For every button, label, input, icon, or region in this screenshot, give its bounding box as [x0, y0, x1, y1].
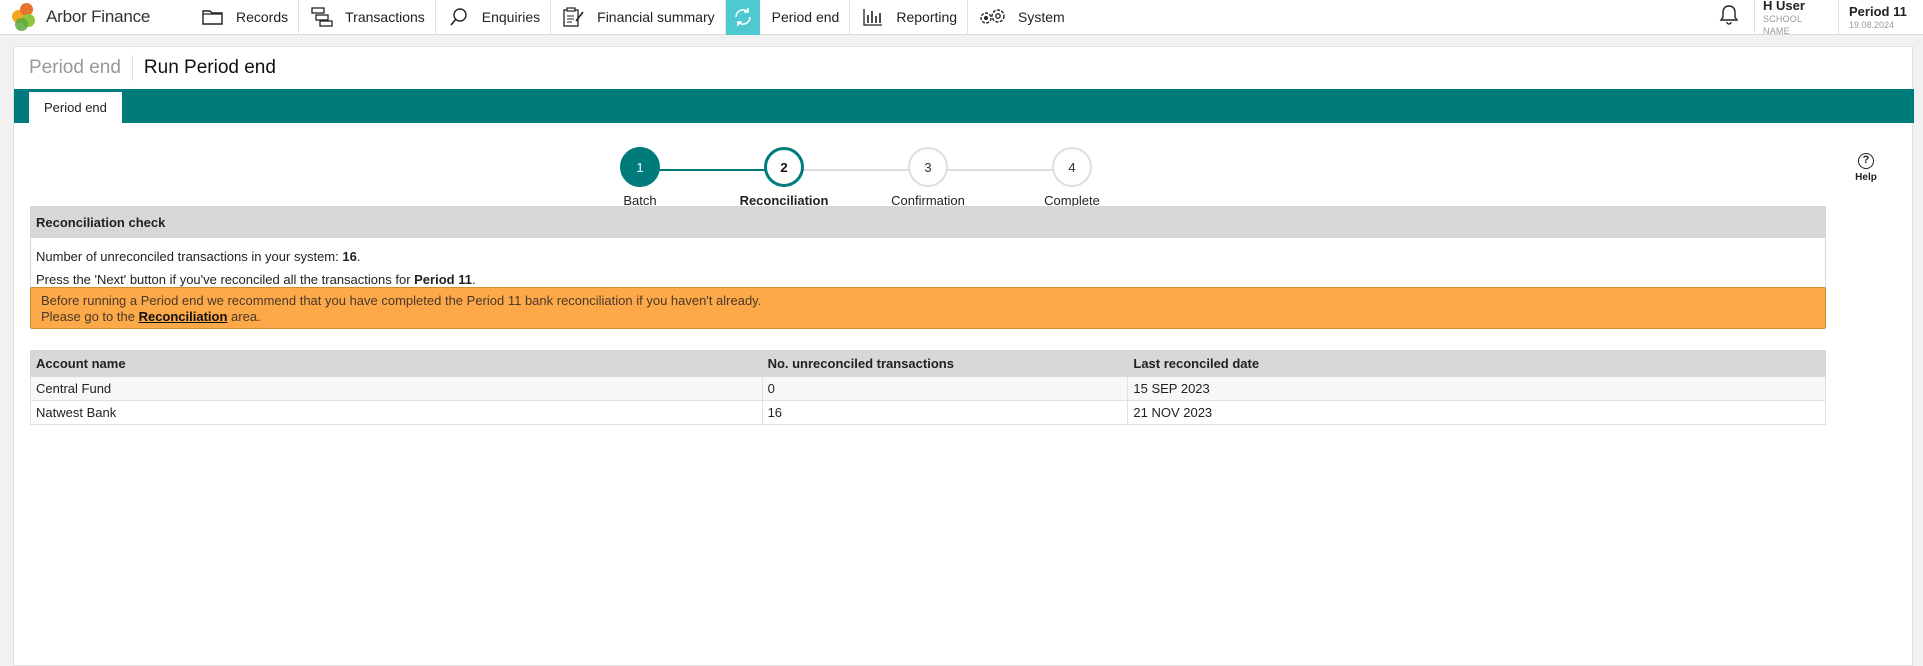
- search-icon: [446, 6, 472, 28]
- breadcrumb[interactable]: Period end: [29, 55, 133, 81]
- period-selector[interactable]: Period 11 19.08.2024: [1839, 0, 1923, 35]
- user-menu[interactable]: H User SCHOOL NAME: [1755, 0, 1839, 36]
- warning-alert: Before running a Period end we recommend…: [30, 287, 1826, 329]
- table-header-row: Account name No. unreconciled transactio…: [30, 350, 1826, 377]
- unreconciled-count-line: Number of unreconciled transactions in y…: [36, 245, 1820, 268]
- tab-bar: Period end: [14, 89, 1914, 123]
- accounts-table: Account name No. unreconciled transactio…: [30, 350, 1826, 425]
- reconciliation-check: Reconciliation check Number of unreconci…: [30, 206, 1826, 298]
- alert-text: Please go to the: [41, 309, 139, 324]
- bell-icon: [1719, 4, 1739, 31]
- next-instruction-text: Press the 'Next' button if you've reconc…: [36, 272, 415, 287]
- arbor-logo-icon: [12, 3, 40, 31]
- account-name-cell: Central Fund: [30, 376, 763, 401]
- nav-label: Financial summary: [597, 9, 715, 25]
- main-panel: Period end Run Period end Period end 1 B…: [13, 46, 1914, 666]
- clipboard-icon: [561, 6, 587, 28]
- column-header-account-name[interactable]: Account name: [30, 350, 763, 377]
- period-reference: Period 11: [414, 272, 472, 287]
- period-date: 19.08.2024: [1849, 19, 1895, 30]
- column-header-last-reconciled[interactable]: Last reconciled date: [1127, 350, 1826, 377]
- table-row[interactable]: Natwest Bank 16 21 NOV 2023: [30, 400, 1826, 425]
- user-name: H User: [1763, 0, 1805, 13]
- nav-enquiries[interactable]: Enquiries: [436, 0, 552, 35]
- title-bar: Period end Run Period end: [14, 47, 1912, 89]
- nav-label: Transactions: [345, 9, 425, 25]
- page-title: Run Period end: [143, 57, 276, 78]
- reconciliation-check-title: Reconciliation check: [31, 207, 1825, 238]
- reconciliation-link[interactable]: Reconciliation: [139, 309, 228, 324]
- unreconciled-cell: 16: [761, 400, 1129, 425]
- refresh-icon: [725, 0, 760, 35]
- alert-line: Before running a Period end we recommend…: [41, 293, 762, 308]
- step-number: 1: [620, 147, 660, 187]
- nav-records[interactable]: Records: [190, 0, 300, 35]
- help-icon: ?: [1858, 153, 1874, 169]
- nav-system[interactable]: System: [968, 0, 1075, 35]
- step-confirmation: 3 Confirmation: [868, 147, 988, 208]
- school-name: SCHOOL NAME: [1763, 13, 1802, 36]
- help-label: Help: [1855, 172, 1877, 183]
- alert-text: area.: [227, 309, 261, 324]
- nav-period-end[interactable]: Period end: [725, 0, 851, 35]
- nav-label: Period end: [771, 9, 840, 25]
- nav-reporting[interactable]: Reporting: [850, 0, 969, 35]
- step-number: 3: [908, 147, 948, 187]
- step-number: 2: [764, 147, 804, 187]
- punctuation: .: [356, 249, 361, 264]
- bar-chart-icon: [860, 6, 886, 28]
- help-button[interactable]: ? Help: [1849, 153, 1883, 183]
- nav-financial-summary[interactable]: Financial summary: [551, 0, 726, 35]
- last-reconciled-cell: 15 SEP 2023: [1127, 376, 1826, 401]
- settings-icon: [978, 6, 1008, 28]
- folder-icon: [200, 6, 226, 28]
- last-reconciled-cell: 21 NOV 2023: [1127, 400, 1826, 425]
- unreconciled-count-text: Number of unreconciled transactions in y…: [36, 249, 343, 264]
- nav-label: Records: [236, 9, 289, 25]
- alert-line: Please go to the Reconciliation area.: [41, 309, 1815, 325]
- unreconciled-count: 16: [342, 249, 357, 264]
- column-header-unreconciled[interactable]: No. unreconciled transactions: [761, 350, 1129, 377]
- nav-label: Reporting: [896, 9, 958, 25]
- nav-transactions[interactable]: Transactions: [299, 0, 436, 35]
- top-navigation: Arbor Finance Records Transactions Enqui…: [0, 0, 1923, 36]
- step-complete: 4 Complete: [1012, 147, 1132, 208]
- brand-name: Arbor Finance: [46, 7, 151, 26]
- table-row[interactable]: Central Fund 0 15 SEP 2023: [30, 376, 1826, 401]
- punctuation: .: [471, 272, 476, 287]
- nav-label: Enquiries: [481, 9, 541, 25]
- account-name-cell: Natwest Bank: [30, 400, 763, 425]
- step-number: 4: [1052, 147, 1092, 187]
- period-name: Period 11: [1849, 3, 1907, 19]
- tab-period-end[interactable]: Period end: [29, 92, 122, 123]
- brand[interactable]: Arbor Finance: [0, 0, 190, 35]
- transactions-icon: [309, 6, 335, 28]
- nav-label: System: [1018, 9, 1065, 25]
- notifications-button[interactable]: [1703, 0, 1755, 35]
- unreconciled-cell: 0: [761, 376, 1129, 401]
